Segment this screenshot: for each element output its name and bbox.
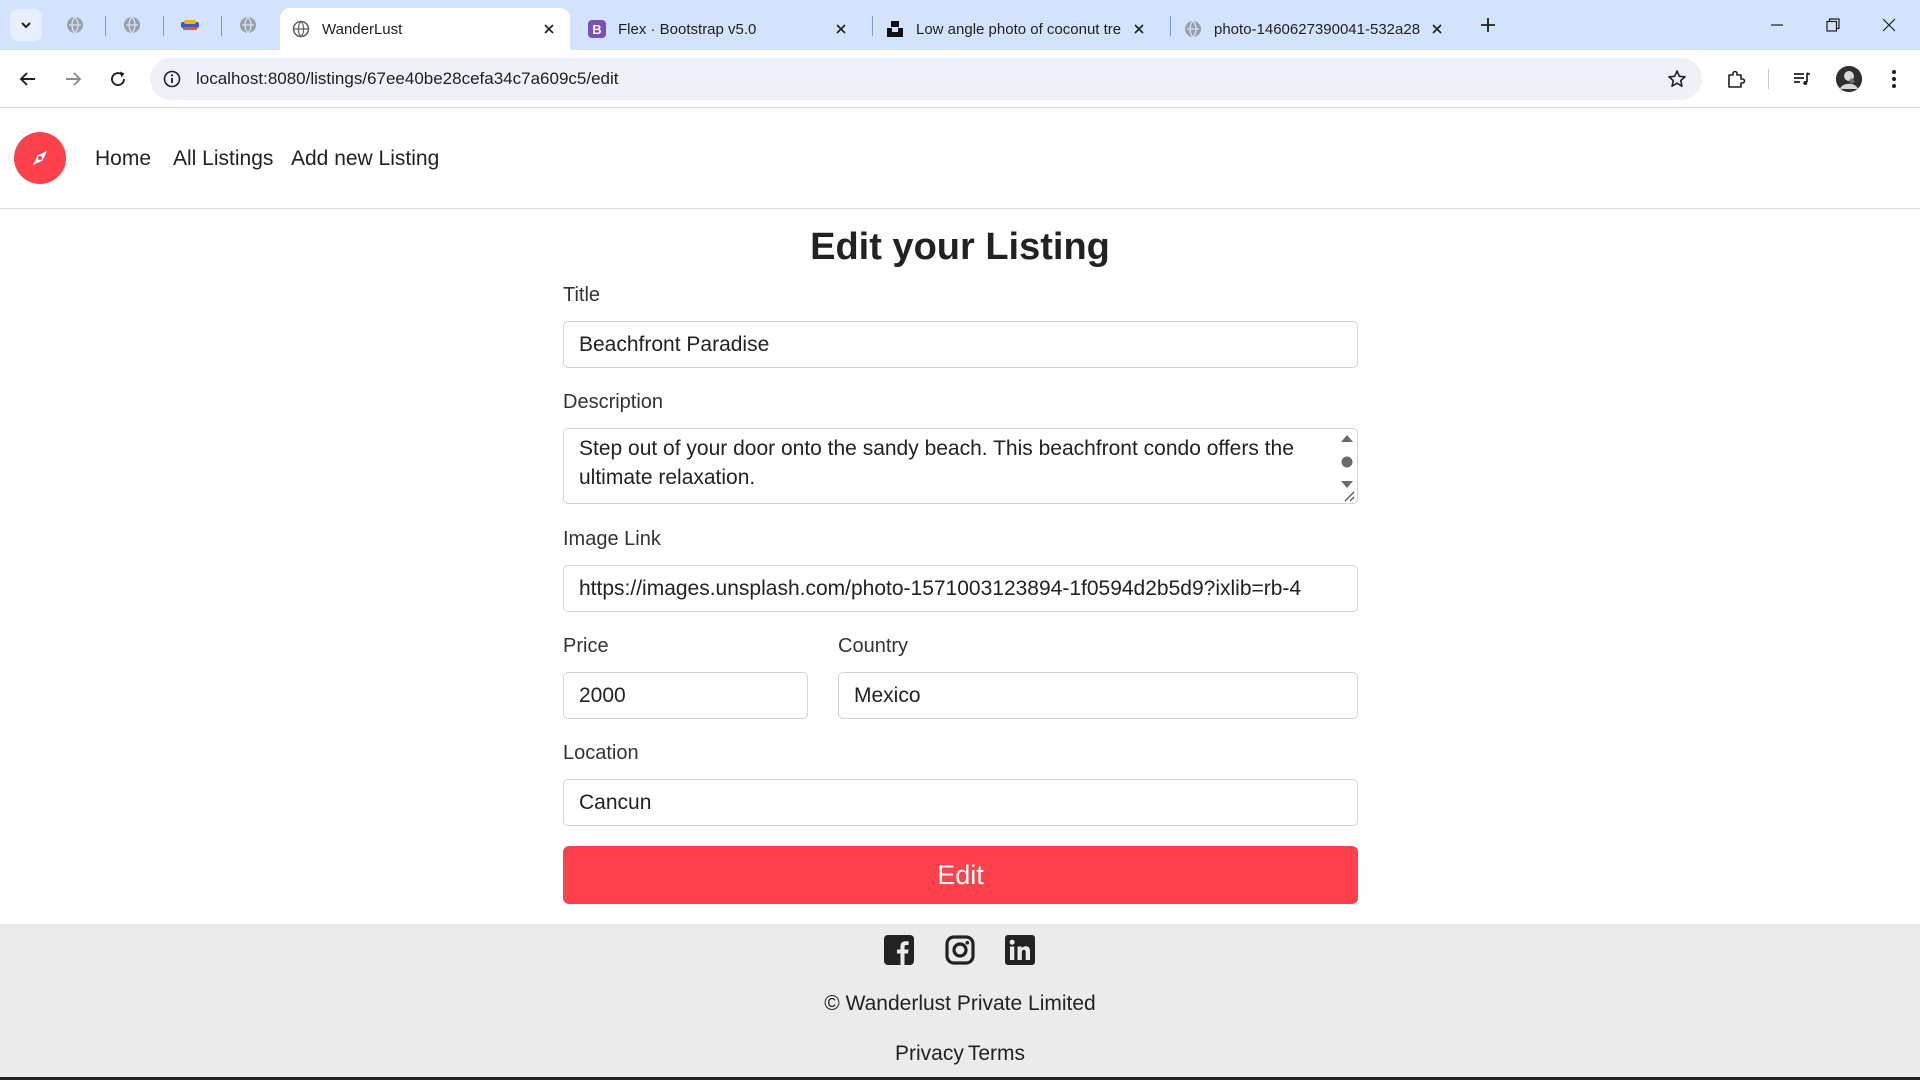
pinned-tab[interactable] <box>178 13 202 37</box>
url-text[interactable]: localhost:8080/listings/67ee40be28cefa34… <box>196 69 619 89</box>
globe-icon <box>1184 20 1202 38</box>
edit-listing-page: Edit your Listing Title Description Step… <box>0 210 1920 924</box>
pinned-tab[interactable] <box>236 13 260 37</box>
plus-icon <box>1481 18 1495 32</box>
compass-icon <box>33 151 47 165</box>
edit-submit-button[interactable]: Edit <box>563 846 1358 904</box>
extensions-button[interactable] <box>1722 65 1750 93</box>
description-label: Description <box>563 391 664 413</box>
arrow-right-icon <box>66 72 82 86</box>
browser-tab-strip: WanderLust B Flex · Bootstrap v5.0 Low a… <box>0 0 1920 50</box>
profile-avatar[interactable] <box>1836 66 1862 92</box>
brand-logo[interactable] <box>14 132 66 184</box>
terms-link[interactable]: Terms <box>968 1042 1025 1065</box>
price-input[interactable] <box>563 672 808 719</box>
linkedin-link[interactable] <box>1004 934 1036 966</box>
nav-link-all-listings[interactable]: All Listings <box>173 147 273 171</box>
puzzle-icon <box>1728 70 1746 88</box>
globe-icon <box>124 16 140 34</box>
site-info-icon[interactable] <box>162 69 182 89</box>
chevron-down-icon <box>21 22 31 29</box>
image-link-input[interactable] <box>563 565 1358 612</box>
restore-button[interactable] <box>1820 12 1846 38</box>
site-footer: © Wanderlust Private Limited Privacy Term… <box>0 924 1920 1080</box>
close-icon <box>1882 18 1896 32</box>
location-label: Location <box>563 742 639 764</box>
browser-toolbar: localhost:8080/listings/67ee40be28cefa34… <box>0 50 1920 108</box>
description-textarea[interactable]: Step out of your door onto the sandy bea… <box>563 428 1358 504</box>
close-icon[interactable] <box>1130 20 1148 38</box>
globe-icon <box>240 16 256 34</box>
tab-separator <box>221 16 222 36</box>
tab-search-button[interactable] <box>10 9 42 41</box>
instagram-link[interactable] <box>944 934 976 966</box>
tab-unsplash[interactable]: Low angle photo of coconut tre <box>874 8 1160 50</box>
minimize-button[interactable] <box>1764 12 1790 38</box>
country-input[interactable] <box>838 672 1358 719</box>
tab-separator <box>1170 16 1171 36</box>
close-icon[interactable] <box>1428 20 1446 38</box>
reload-icon <box>111 71 125 86</box>
facebook-icon <box>884 935 914 965</box>
copyright-text: © Wanderlust Private Limited <box>824 992 1096 1015</box>
tab-title: photo-1460627390041-532a28 <box>1214 20 1420 38</box>
linkedin-icon <box>1005 935 1035 965</box>
media-controls-button[interactable] <box>1788 65 1816 93</box>
footer-links: Privacy Terms <box>0 1042 1920 1066</box>
toolbar-separator <box>1768 69 1769 89</box>
privacy-link[interactable]: Privacy <box>895 1042 964 1065</box>
bookmark-star-icon[interactable] <box>1666 68 1688 90</box>
title-label: Title <box>563 284 601 306</box>
tab-title: Low angle photo of coconut tre <box>916 20 1122 38</box>
nav-link-home[interactable]: Home <box>95 147 151 171</box>
user-avatar-icon <box>1836 66 1862 92</box>
close-icon[interactable] <box>832 20 850 38</box>
app-favicon-icon <box>181 20 199 30</box>
restore-icon <box>1826 18 1840 32</box>
price-label: Price <box>563 635 609 657</box>
new-tab-button[interactable] <box>1476 13 1500 37</box>
pinned-tab[interactable] <box>63 13 87 37</box>
more-vert-icon <box>1892 70 1896 88</box>
tab-title: Flex · Bootstrap v5.0 <box>618 20 757 38</box>
tab-separator <box>105 16 106 36</box>
tab-photo[interactable]: photo-1460627390041-532a28 <box>1172 8 1458 50</box>
instagram-icon <box>945 935 975 965</box>
globe-icon <box>292 20 310 38</box>
pinned-tab[interactable] <box>120 13 144 37</box>
reload-button[interactable] <box>104 65 132 93</box>
arrow-left-icon <box>19 72 35 86</box>
facebook-link[interactable] <box>883 934 915 966</box>
tab-separator <box>872 16 873 36</box>
close-window-button[interactable] <box>1876 12 1902 38</box>
playlist-music-icon <box>1794 72 1811 85</box>
image-link-label: Image Link <box>563 528 661 550</box>
forward-button[interactable] <box>59 65 87 93</box>
unsplash-icon <box>886 20 904 38</box>
bootstrap-icon: B <box>588 20 606 38</box>
page-title: Edit your Listing <box>810 226 1110 268</box>
country-label: Country <box>838 635 909 657</box>
svg-text:B: B <box>592 22 601 37</box>
close-icon[interactable] <box>540 20 558 38</box>
site-navbar: Home All Listings Add new Listing <box>0 109 1920 209</box>
title-input[interactable] <box>563 321 1358 368</box>
location-input[interactable] <box>563 779 1358 826</box>
tab-title: WanderLust <box>322 20 403 38</box>
browser-menu-button[interactable] <box>1880 65 1908 93</box>
tab-bootstrap[interactable]: B Flex · Bootstrap v5.0 <box>576 8 862 50</box>
nav-link-add-new-listing[interactable]: Add new Listing <box>291 147 439 171</box>
minimize-icon <box>1771 24 1783 26</box>
address-bar[interactable]: localhost:8080/listings/67ee40be28cefa34… <box>150 58 1702 100</box>
tab-wanderlust[interactable]: WanderLust <box>280 8 570 50</box>
resize-handle-icon[interactable] <box>1342 490 1356 502</box>
tab-separator <box>163 16 164 36</box>
globe-icon <box>67 16 83 34</box>
textarea-scrollbar[interactable] <box>1338 432 1356 492</box>
back-button[interactable] <box>14 65 42 93</box>
